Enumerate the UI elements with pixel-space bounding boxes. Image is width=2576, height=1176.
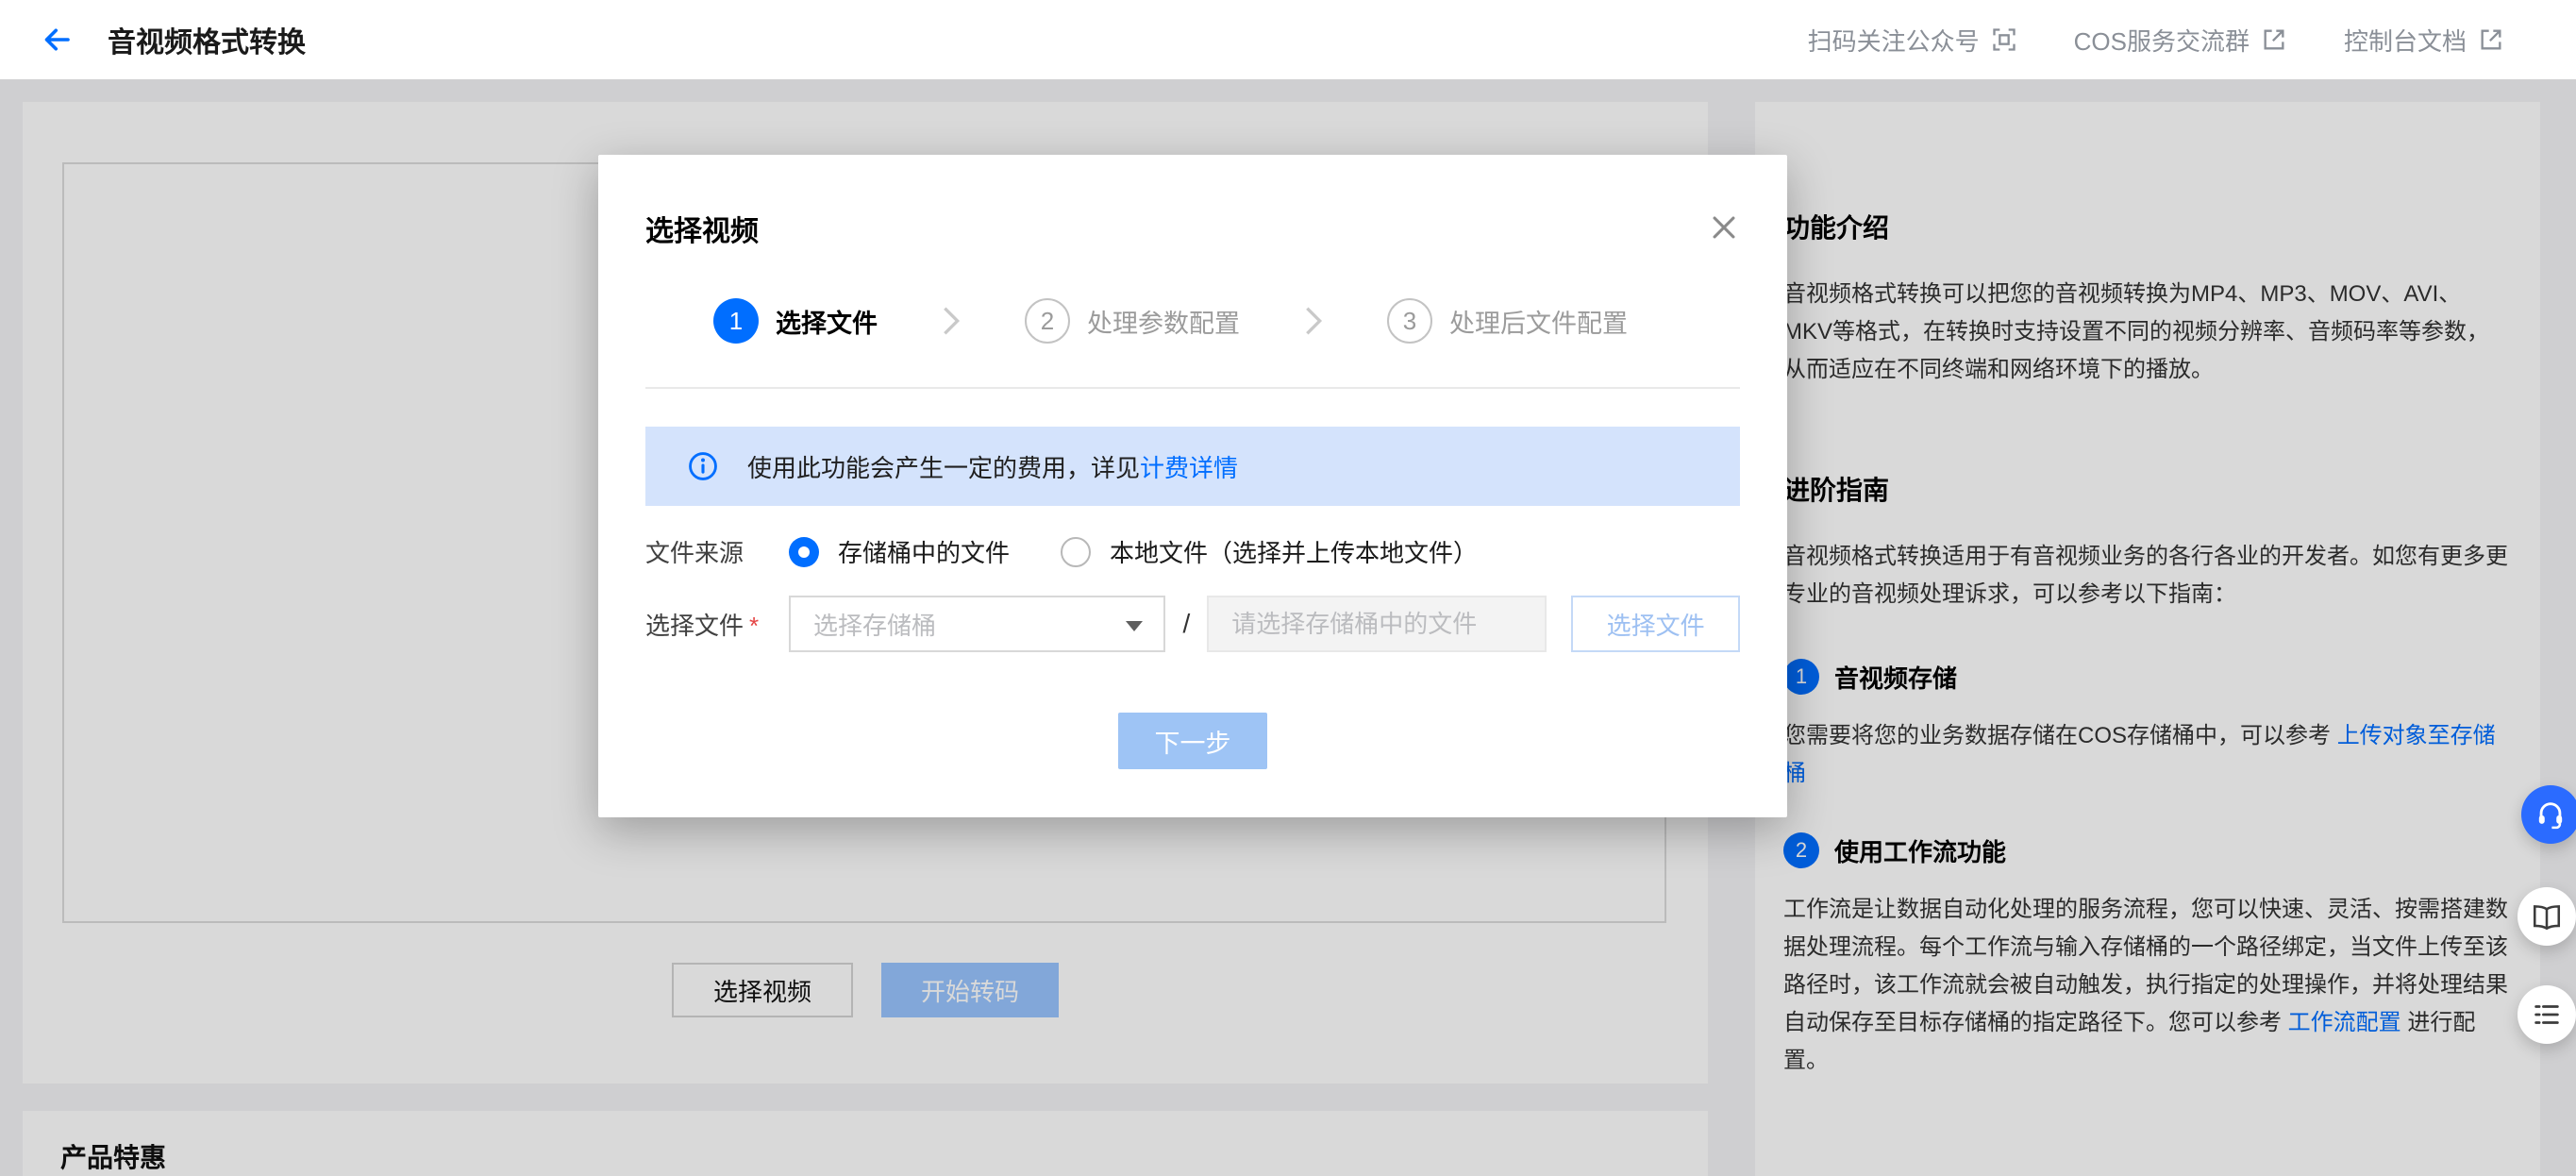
external-link-icon [2478, 26, 2504, 53]
select-file-label: 选择文件* [645, 607, 789, 642]
book-icon [2531, 900, 2563, 932]
top-header: 音视频格式转换 扫码关注公众号 COS服务交流群 控制台文档 [0, 0, 2576, 79]
back-button[interactable] [38, 21, 75, 59]
step-label: 选择文件 [776, 303, 878, 340]
header-link-cos-group[interactable]: COS服务交流群 [2074, 23, 2287, 58]
path-separator: / [1182, 609, 1190, 639]
step-wizard: 1 选择文件 2 处理参数配置 3 处理后文件配置 [645, 298, 1740, 344]
header-link-label: COS服务交流群 [2074, 23, 2250, 58]
notice-text: 使用此功能会产生一定的费用，详见 [747, 454, 1140, 482]
chevron-right-icon [1304, 305, 1323, 337]
header-link-console-docs[interactable]: 控制台文档 [2344, 23, 2504, 58]
info-icon [687, 450, 719, 482]
select-file-row: 选择文件* 选择存储桶 / 选择文件 [645, 596, 1740, 652]
billing-notice-banner: 使用此功能会产生一定的费用，详见计费详情 [645, 427, 1740, 506]
step-number: 1 [713, 298, 759, 344]
docs-fab[interactable] [2517, 887, 2576, 946]
header-links: 扫码关注公众号 COS服务交流群 控制台文档 [1808, 23, 2504, 58]
step-process-params: 2 处理参数配置 [1025, 298, 1240, 344]
caret-down-icon [1126, 621, 1143, 631]
chevron-right-icon [942, 305, 961, 337]
feedback-fab[interactable] [2517, 985, 2576, 1044]
external-link-icon [2261, 26, 2287, 53]
required-asterisk: * [749, 612, 759, 640]
arrow-left-icon [40, 23, 74, 57]
list-icon [2531, 999, 2563, 1031]
billing-detail-link[interactable]: 计费详情 [1140, 454, 1238, 482]
bucket-file-input[interactable] [1207, 596, 1547, 652]
header-link-label: 扫码关注公众号 [1808, 23, 1980, 58]
choose-file-button[interactable]: 选择文件 [1571, 596, 1740, 652]
radio-bucket-file[interactable]: 存储桶中的文件 [789, 534, 1010, 569]
file-source-row: 文件来源 存储桶中的文件 本地文件（选择并上传本地文件） [645, 534, 1740, 569]
radio-selected-icon [789, 537, 819, 567]
qr-scan-icon [1991, 26, 2017, 53]
step-number: 2 [1025, 298, 1070, 344]
radio-unselected-icon [1061, 537, 1091, 567]
page-title: 音视频格式转换 [108, 19, 306, 60]
screen: 音视频格式转换 扫码关注公众号 COS服务交流群 控制台文档 选择视频 开始转码… [0, 0, 2576, 1176]
radio-label: 本地文件（选择并上传本地文件） [1110, 534, 1478, 569]
billing-notice-text: 使用此功能会产生一定的费用，详见计费详情 [747, 449, 1238, 484]
step-label: 处理后文件配置 [1449, 303, 1628, 340]
modal-close-button[interactable] [1706, 210, 1742, 245]
headset-icon [2534, 798, 2567, 831]
radio-label: 存储桶中的文件 [838, 534, 1010, 569]
step-label: 处理参数配置 [1087, 303, 1240, 340]
bucket-select-placeholder: 选择存储桶 [813, 607, 936, 642]
step-select-file: 1 选择文件 [713, 298, 878, 344]
support-fab[interactable] [2521, 785, 2576, 844]
modal-title: 选择视频 [645, 155, 1740, 249]
select-video-modal: 选择视频 1 选择文件 2 处理参数配置 3 处理后文件配置 [598, 155, 1787, 817]
file-source-label: 文件来源 [645, 534, 789, 569]
step-number: 3 [1387, 298, 1432, 344]
header-link-qr-follow[interactable]: 扫码关注公众号 [1808, 23, 2017, 58]
modal-divider [645, 387, 1740, 389]
close-icon [1708, 211, 1740, 244]
bucket-select[interactable]: 选择存储桶 [789, 596, 1165, 652]
radio-local-file[interactable]: 本地文件（选择并上传本地文件） [1061, 534, 1478, 569]
label-text: 选择文件 [645, 612, 744, 640]
header-link-label: 控制台文档 [2344, 23, 2467, 58]
step-output-config: 3 处理后文件配置 [1387, 298, 1628, 344]
next-step-button[interactable]: 下一步 [1118, 713, 1267, 769]
